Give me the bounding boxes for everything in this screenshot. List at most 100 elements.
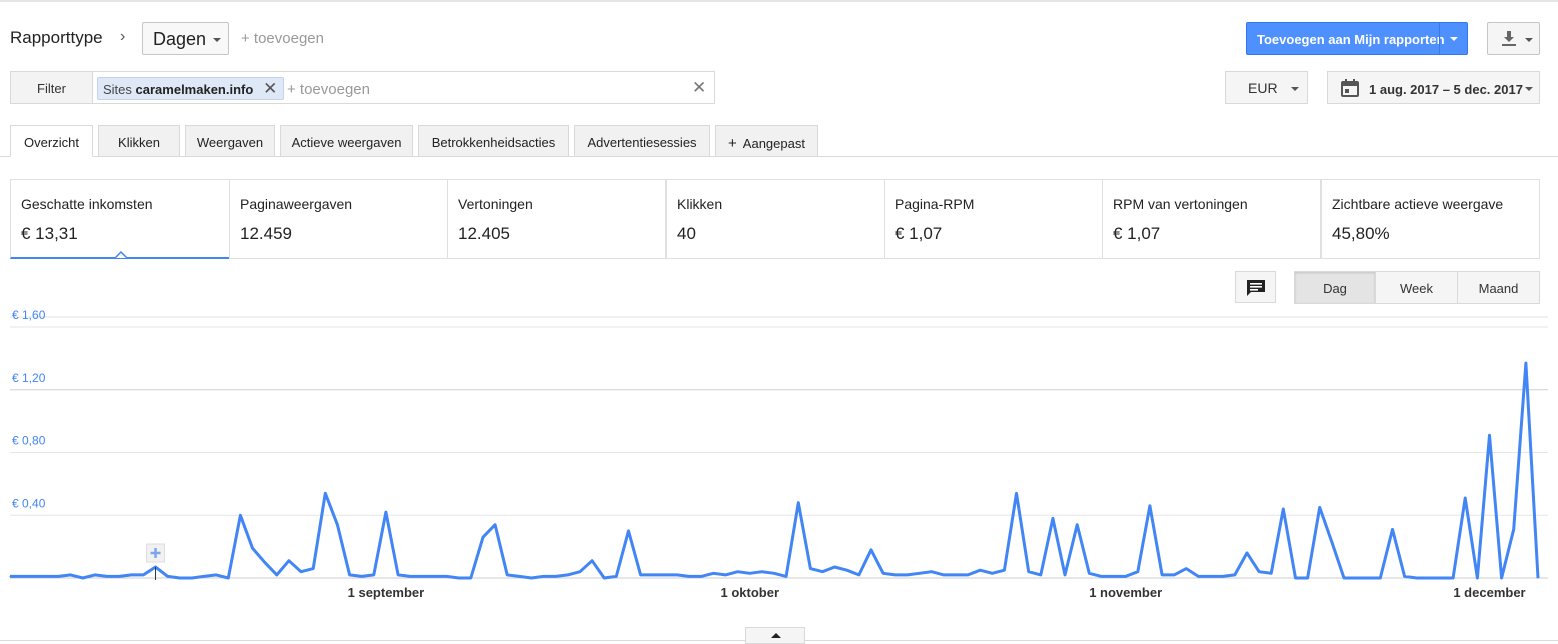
- data-point: [664, 574, 666, 576]
- metric-value: 45,80%: [1332, 224, 1390, 243]
- tab-label: Betrokkenheidsacties: [431, 135, 556, 150]
- add-to-my-reports-button[interactable]: Toevoegen aan Mijn rapporten: [1246, 22, 1468, 55]
- tab-label: Aangepast: [742, 136, 805, 151]
- clear-filter-icon[interactable]: ✕: [692, 78, 706, 98]
- data-point: [1161, 574, 1163, 576]
- data-point: [894, 574, 896, 576]
- annotations-button[interactable]: [1235, 271, 1276, 303]
- tab-overzicht[interactable]: Overzicht: [10, 125, 93, 157]
- add-dimension-link[interactable]: + toevoegen: [241, 30, 324, 47]
- data-point: [991, 572, 993, 574]
- data-point: [1343, 577, 1345, 579]
- date-range-picker[interactable]: 1 aug. 2017 – 5 dec. 2017: [1327, 71, 1540, 104]
- data-point: [749, 572, 751, 574]
- chevron-down-icon: [1525, 87, 1533, 91]
- currency-dropdown[interactable]: EUR: [1225, 71, 1308, 104]
- split-divider: [1439, 23, 1440, 54]
- filter-button[interactable]: Filter: [10, 71, 93, 104]
- data-point: [652, 574, 654, 576]
- data-point: [33, 575, 35, 578]
- data-point: [118, 575, 120, 578]
- active-indicator-notch: [115, 251, 127, 258]
- data-point: [809, 567, 811, 570]
- data-point: [1003, 569, 1006, 571]
- chevron-down-icon[interactable]: [1450, 37, 1458, 41]
- tab-klikken[interactable]: Klikken: [98, 125, 180, 157]
- data-point: [421, 575, 423, 578]
- data-point: [542, 575, 545, 578]
- data-point: [712, 572, 714, 574]
- x-tick-label: 1 november: [1089, 585, 1162, 600]
- data-point: [906, 574, 908, 576]
- granularity-month-button[interactable]: Maand: [1457, 271, 1540, 304]
- metric-value: € 1,07: [1113, 224, 1161, 243]
- data-point: [567, 574, 569, 576]
- data-point: [409, 575, 411, 578]
- data-point: [870, 549, 872, 551]
- tab-weergaven[interactable]: Weergaven: [185, 125, 275, 157]
- data-point: [737, 571, 739, 573]
- close-icon[interactable]: ✕: [263, 79, 277, 99]
- metric-value: 12.405: [458, 224, 510, 243]
- tab-aangepast[interactable]: + Aangepast: [715, 125, 818, 157]
- collapse-chart-button[interactable]: [745, 627, 805, 644]
- data-point: [1076, 524, 1078, 526]
- data-point: [1052, 517, 1054, 519]
- data-point: [882, 572, 884, 574]
- data-point: [300, 571, 302, 573]
- data-point: [239, 514, 242, 516]
- metric-card-klikken[interactable]: Klikken 40: [666, 179, 885, 259]
- granularity-week-button[interactable]: Week: [1375, 271, 1458, 304]
- data-point: [45, 575, 47, 578]
- metric-name: Pagina-RPM: [895, 196, 975, 212]
- data-point: [1282, 508, 1284, 510]
- metric-card-rpm-van-vertoningen[interactable]: RPM van vertoningen € 1,07: [1102, 179, 1321, 259]
- tab-actieve-weergaven[interactable]: Actieve weergaven: [280, 125, 413, 157]
- metric-card-vertoningen[interactable]: Vertoningen 12.405: [447, 179, 666, 259]
- data-point: [591, 560, 593, 562]
- x-tick-label: 1 oktober: [720, 585, 779, 600]
- metric-card-geschatte-inkomsten[interactable]: Geschatte inkomsten € 13,31: [10, 179, 230, 259]
- data-point: [1488, 434, 1491, 436]
- data-point: [251, 547, 254, 549]
- metric-card-pagina-rpm[interactable]: Pagina-RPM € 1,07: [884, 179, 1103, 259]
- download-button[interactable]: [1487, 22, 1540, 55]
- plus-icon: +: [728, 135, 737, 152]
- chevron-up-icon: [771, 633, 781, 638]
- filter-chip-prefix: Sites: [103, 82, 132, 97]
- granularity-day-button[interactable]: Dag: [1294, 271, 1376, 304]
- tab-advertentiesessies[interactable]: Advertentiesessies: [574, 125, 710, 157]
- x-tick-label: 1 september: [348, 585, 425, 600]
- data-point: [9, 575, 11, 578]
- series-line: [10, 361, 1540, 580]
- dimension-dropdown-label: Dagen: [153, 29, 207, 49]
- data-point: [943, 574, 945, 576]
- data-point: [555, 575, 557, 578]
- data-point: [676, 574, 678, 576]
- report-toolbar: Rapporttype › Dagen + toevoegen Toevoege…: [0, 0, 1558, 70]
- data-point: [579, 571, 581, 573]
- earnings-line-chart: € 0,40 € 0,80 € 1,20 € 1,60 1 september 1 okt…: [9, 310, 1548, 600]
- metric-card-zichtbare-actieve-weergave[interactable]: Zichtbare actieve weergave 45,80%: [1321, 179, 1540, 259]
- metric-card-paginaweergaven[interactable]: Paginaweergaven 12.459: [229, 179, 448, 259]
- data-point: [506, 574, 508, 576]
- dimension-dropdown[interactable]: Dagen: [142, 22, 229, 55]
- data-point: [1331, 541, 1333, 543]
- data-point: [931, 571, 933, 573]
- data-point: [458, 577, 460, 579]
- data-point: [1137, 571, 1139, 573]
- data-point: [1367, 577, 1369, 579]
- data-point: [482, 536, 484, 538]
- filter-chip-site[interactable]: Sites caramelmaken.info ✕: [97, 77, 285, 100]
- data-point: [1404, 575, 1406, 578]
- tab-betrokkenheidsacties[interactable]: Betrokkenheidsacties: [418, 125, 569, 157]
- data-point: [1149, 505, 1151, 507]
- data-point: [918, 572, 921, 574]
- data-point: [324, 492, 326, 494]
- data-point: [1100, 575, 1103, 578]
- data-point: [773, 572, 775, 574]
- data-point: [1391, 528, 1394, 530]
- data-point: [1452, 577, 1454, 579]
- filter-add-input[interactable]: + toevoegen: [287, 81, 370, 98]
- filter-input-box[interactable]: Sites caramelmaken.info ✕ + toevoegen ✕: [92, 71, 715, 104]
